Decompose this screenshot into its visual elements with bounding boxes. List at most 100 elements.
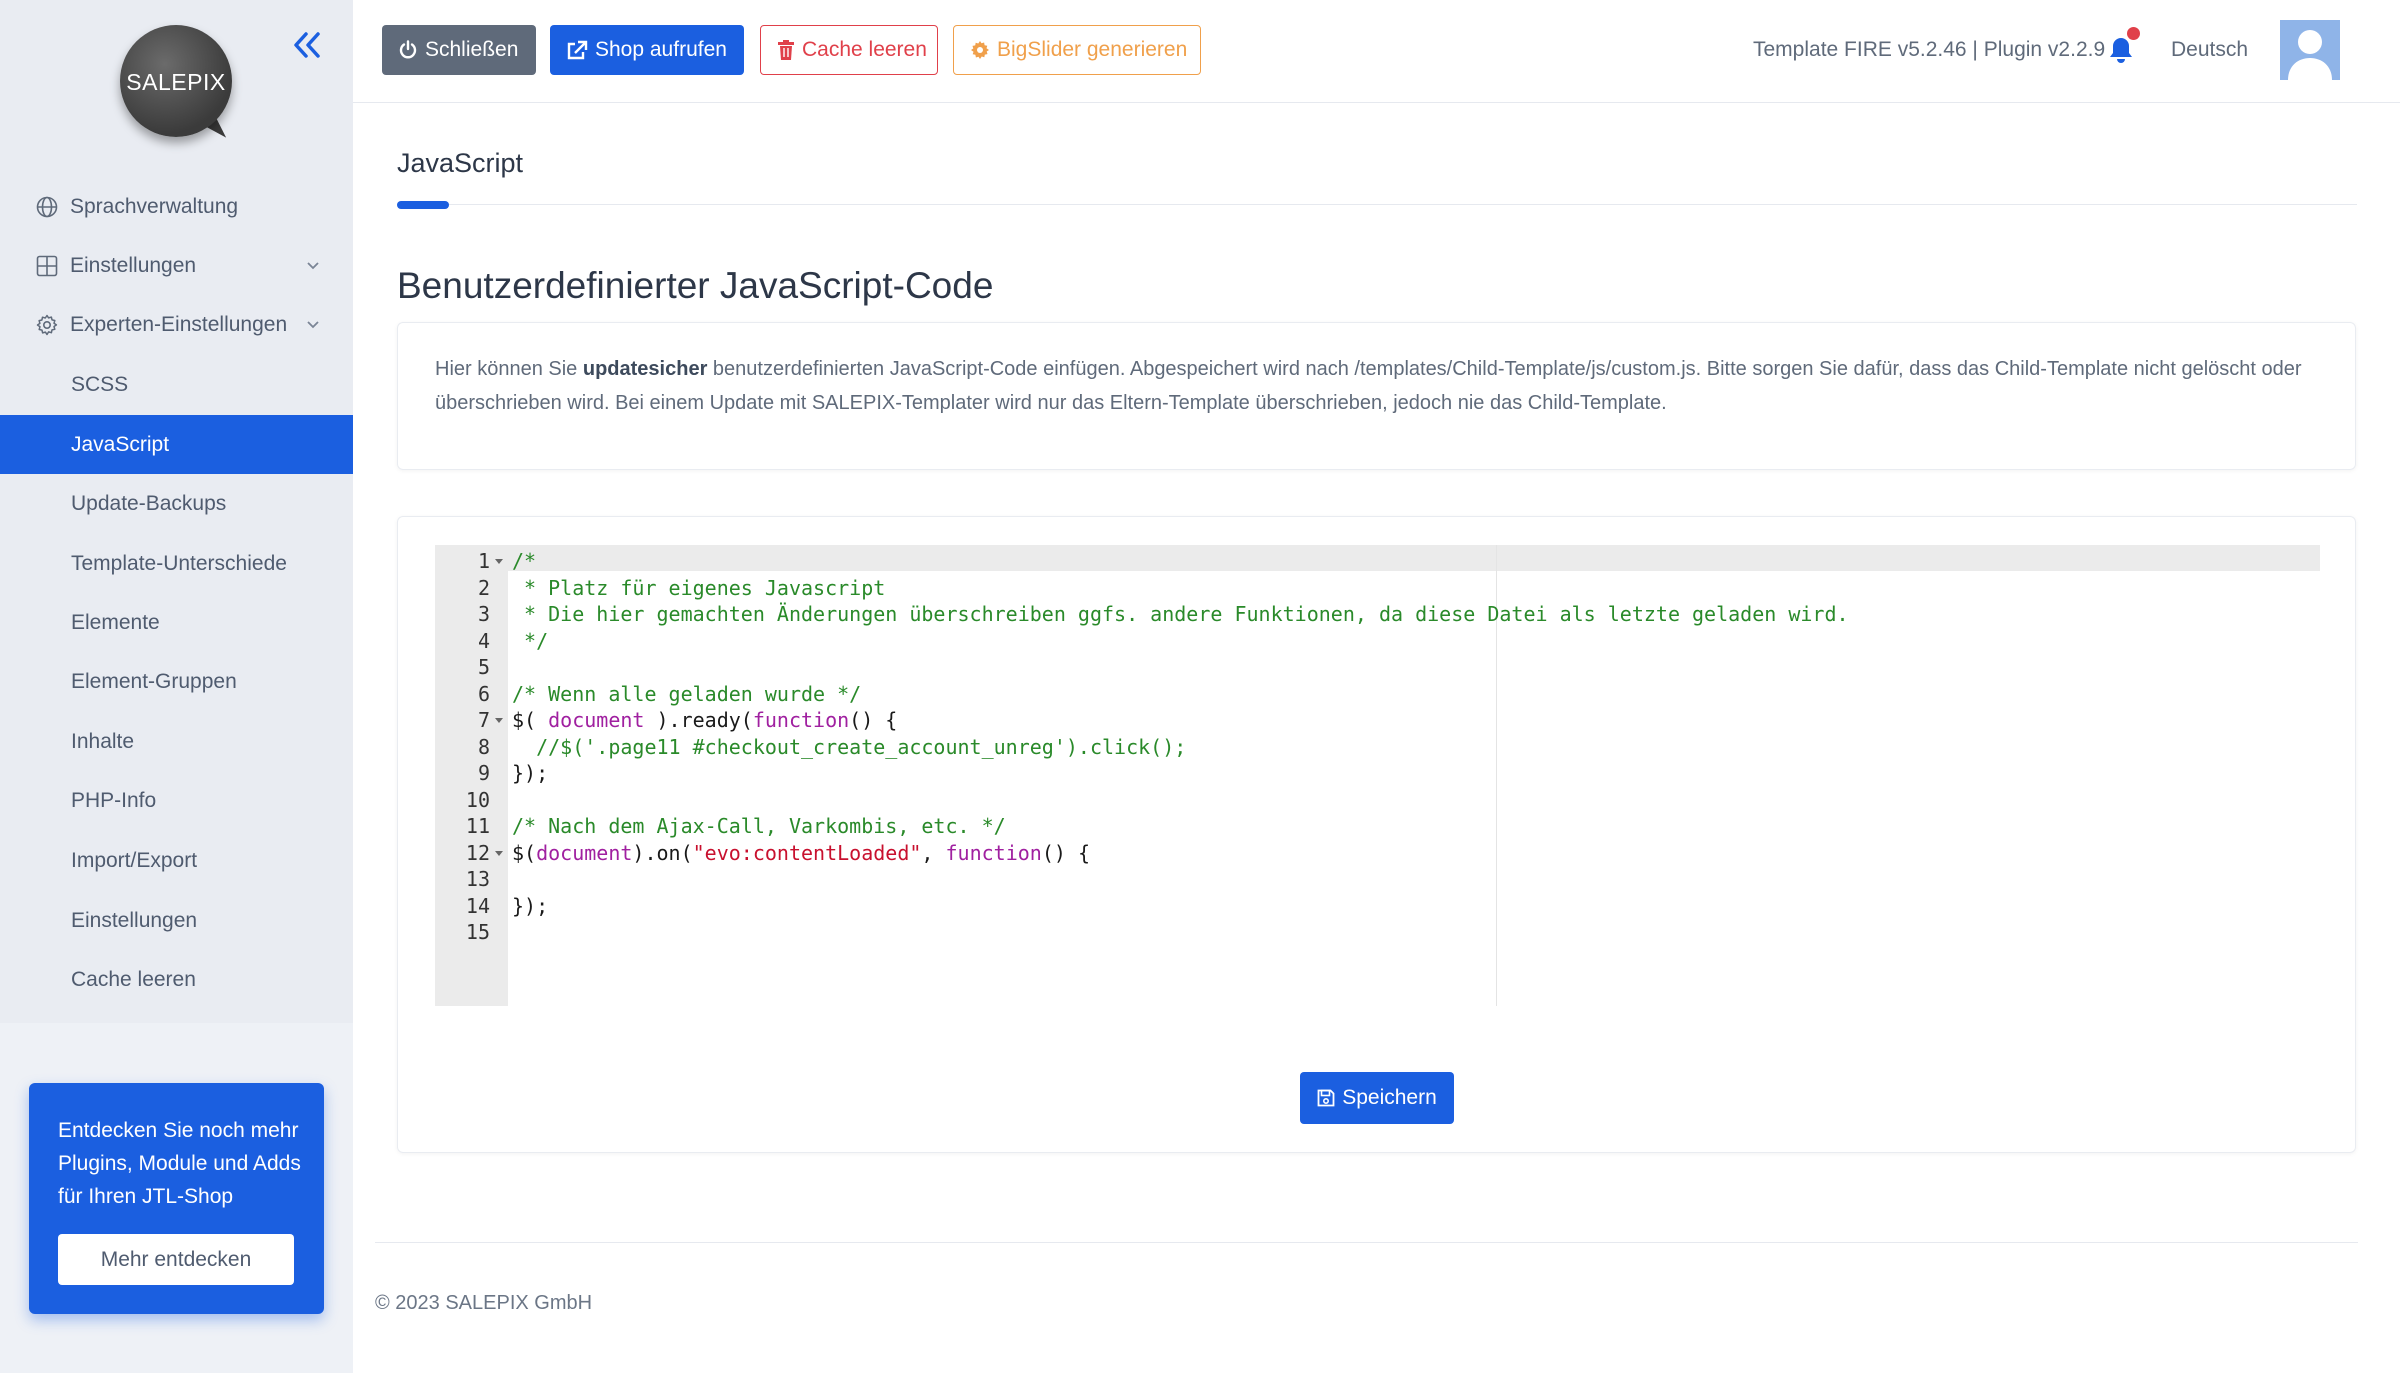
topbar: Schließen Shop aufrufen Cache leeren Big… [353, 0, 2400, 103]
salepix-logo[interactable]: SALEPIX [120, 25, 235, 146]
line-number: 3 [477, 602, 490, 626]
shop-button[interactable]: Shop aufrufen [550, 25, 744, 75]
tab-javascript[interactable]: JavaScript [397, 148, 523, 179]
code-line[interactable]: }); [512, 894, 548, 918]
code-line[interactable]: /* Nach dem Ajax-Call, Varkombis, etc. *… [512, 814, 1006, 838]
gear-icon [36, 314, 58, 336]
code-line[interactable]: $( document ).ready(function() { [512, 708, 897, 732]
clear-cache-button-label: Cache leeren [802, 38, 927, 61]
power-icon [399, 40, 417, 59]
line-number: 14 [465, 893, 490, 918]
code-line[interactable]: */ [512, 629, 548, 653]
sidebar-item-label: Template-Unterschiede [71, 551, 287, 575]
avatar[interactable] [2280, 20, 2340, 80]
active-line-highlight [435, 545, 2320, 571]
code-line[interactable]: * Platz für eigenes Javascript [512, 576, 885, 600]
grid-icon [36, 255, 58, 277]
external-link-icon [567, 40, 588, 60]
line-number: 10 [465, 787, 490, 812]
footer-copyright: © 2023 SALEPIX GmbH [375, 1292, 593, 1314]
sidebar-item-einstellungen[interactable]: Einstellungen [0, 236, 353, 295]
logo-text: SALEPIX [126, 69, 226, 95]
sidebar-item-label: Experten-Einstellungen [70, 312, 288, 336]
sidebar-item-einstellungen-sub[interactable]: Einstellungen [0, 891, 353, 950]
cog-icon [971, 41, 989, 59]
sidebar: SALEPIX Sprachverwaltung Einstellungen E… [0, 0, 353, 1373]
fold-toggle-icon[interactable] [495, 718, 503, 723]
user-icon [2280, 20, 2340, 80]
sidebar-item-update-backups[interactable]: Update-Backups [0, 474, 353, 533]
sidebar-item-scss[interactable]: SCSS [0, 355, 353, 414]
line-number: 12 [465, 840, 490, 865]
sidebar-item-cache-leeren[interactable]: Cache leeren [0, 950, 353, 1009]
info-card: Hier können Sie updatesicher benutzerdef… [397, 322, 2356, 470]
sidebar-item-elemente[interactable]: Elemente [0, 593, 353, 652]
save-button-label: Speichern [1342, 1086, 1437, 1109]
code-line[interactable]: /* Wenn alle geladen wurde */ [512, 682, 861, 706]
notification-badge [2127, 27, 2140, 40]
line-number: 2 [477, 575, 490, 600]
sidebar-item-label: Update-Backups [71, 491, 227, 515]
info-text-prefix: Hier können Sie [435, 358, 583, 380]
bell-icon[interactable] [2108, 36, 2134, 64]
save-button[interactable]: Speichern [1300, 1072, 1454, 1124]
sidebar-item-label: Cache leeren [71, 967, 196, 991]
code-editor[interactable]: 1 /* 2 * Platz für eigenes Javascript 3 * D… [435, 545, 2320, 1006]
fold-toggle-icon[interactable] [495, 559, 503, 564]
page-title: Benutzerdefinierter JavaScript-Code [397, 265, 994, 306]
bigslider-button-label: BigSlider generieren [997, 38, 1188, 61]
info-text-suffix: benutzerdefinierten JavaScript-Code einf… [435, 358, 2302, 414]
mehr-entdecken-button[interactable]: Mehr entdecken [58, 1234, 294, 1285]
sidebar-item-label: PHP-Info [71, 788, 157, 812]
sidebar-item-php-info[interactable]: PHP-Info [0, 771, 353, 830]
shop-button-label: Shop aufrufen [595, 38, 727, 61]
info-text-bold: updatesicher [582, 358, 708, 380]
sidebar-item-label: Element-Gruppen [71, 669, 237, 693]
floppy-disk-icon [1317, 1089, 1335, 1107]
globe-icon [36, 196, 58, 218]
line-number: 5 [477, 655, 490, 679]
sidebar-item-label: Einstellungen [71, 908, 198, 932]
sidebar-item-template-unterschiede[interactable]: Template-Unterschiede [0, 534, 353, 593]
sidebar-item-label: Elemente [71, 610, 160, 634]
code-line[interactable]: }); [512, 761, 548, 785]
editor-card: 1 /* 2 * Platz für eigenes Javascript 3 * D… [397, 516, 2356, 1153]
sidebar-item-experten-einstellungen[interactable]: Experten-Einstellungen [0, 295, 353, 354]
code-line[interactable]: * Die hier gemachten Änderungen überschr… [512, 602, 1849, 626]
line-number: 1 [477, 549, 490, 573]
sidebar-item-label: Einstellungen [70, 253, 197, 277]
clear-cache-button[interactable]: Cache leeren [760, 25, 938, 75]
line-number: 7 [477, 708, 490, 732]
promo-text: Entdecken Sie noch mehr Plugins, Module … [58, 1119, 301, 1208]
sidebar-item-label: JavaScript [71, 432, 170, 456]
close-button-label: Schließen [425, 38, 519, 61]
sidebar-item-label: Inhalte [71, 729, 135, 753]
line-number: 6 [477, 681, 490, 706]
chevron-down-icon [307, 262, 319, 270]
promo-box: Entdecken Sie noch mehr Plugins, Module … [29, 1083, 324, 1314]
sidebar-item-import-export[interactable]: Import/Export [0, 831, 353, 890]
sidebar-item-label: Import/Export [71, 848, 198, 872]
sidebar-item-javascript[interactable]: JavaScript [0, 415, 353, 474]
code-line[interactable]: //$('.page11 #checkout_create_account_un… [512, 735, 1186, 759]
trash-icon [778, 40, 794, 60]
tab-active-indicator [397, 201, 449, 209]
collapse-sidebar-button[interactable] [290, 28, 326, 62]
chevron-down-icon [307, 321, 319, 329]
code-line[interactable]: /* [512, 549, 536, 573]
sidebar-item-element-gruppen[interactable]: Element-Gruppen [0, 652, 353, 711]
sidebar-item-inhalte[interactable]: Inhalte [0, 712, 353, 771]
language-selector[interactable]: Deutsch [2171, 38, 2248, 62]
close-button[interactable]: Schließen [382, 25, 536, 75]
code-line[interactable]: $(document).on("evo:contentLoaded", func… [512, 841, 1090, 865]
bigslider-button[interactable]: BigSlider generieren [953, 25, 1201, 75]
line-number: 15 [465, 920, 490, 944]
sidebar-item-label: SCSS [71, 372, 129, 396]
line-number: 13 [465, 867, 490, 891]
line-number: 9 [477, 761, 490, 785]
sidebar-item-sprachverwaltung[interactable]: Sprachverwaltung [0, 177, 353, 236]
info-text: Hier können Sie updatesicher benutzerdef… [435, 352, 2315, 420]
line-number: 11 [465, 814, 490, 838]
fold-toggle-icon[interactable] [495, 850, 503, 856]
tab-divider [397, 204, 2357, 205]
